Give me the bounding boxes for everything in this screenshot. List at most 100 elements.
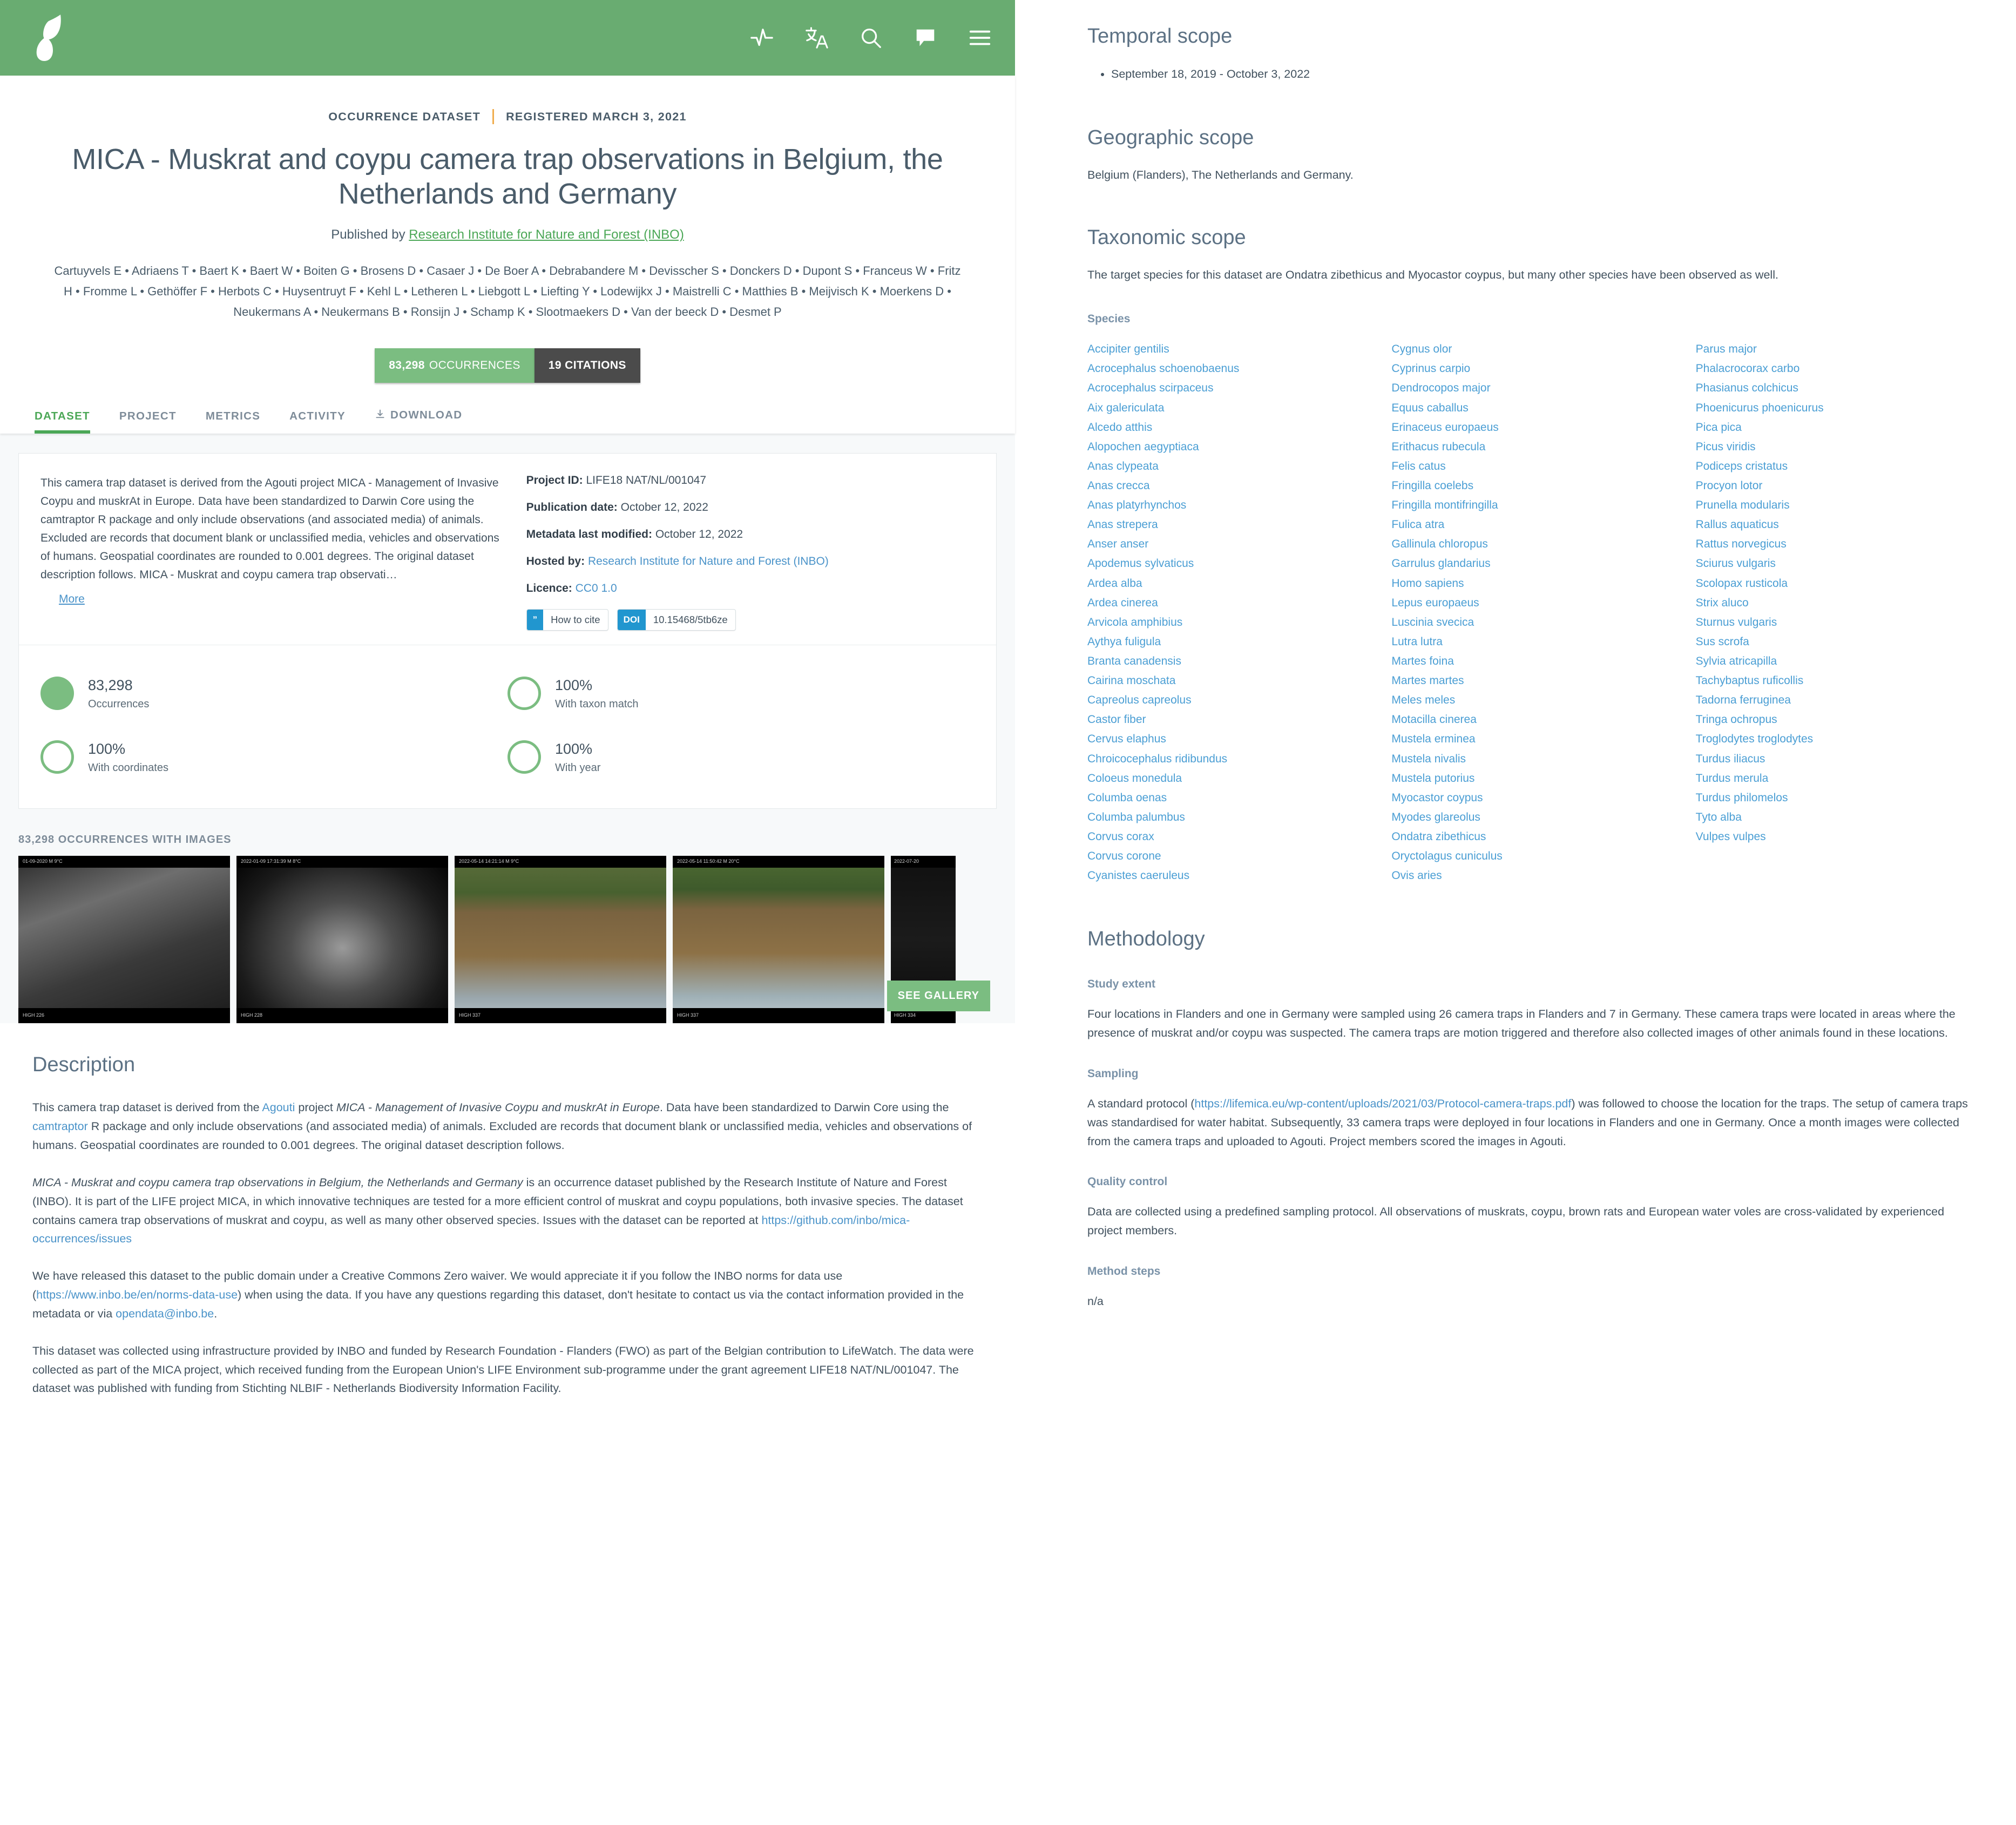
species-link[interactable]: Branta canadensis xyxy=(1087,652,1364,671)
species-link[interactable]: Dendrocopos major xyxy=(1391,378,1668,398)
more-link[interactable]: More xyxy=(59,593,85,606)
species-link[interactable]: Phoenicurus phoenicurus xyxy=(1696,398,1973,418)
doi-button[interactable]: DOI 10.15468/5tb6ze xyxy=(617,609,736,631)
species-link[interactable]: Oryctolagus cuniculus xyxy=(1391,847,1668,866)
agouti-link[interactable]: Agouti xyxy=(262,1101,295,1114)
species-link[interactable]: Alcedo atthis xyxy=(1087,418,1364,437)
species-link[interactable]: Acrocephalus scirpaceus xyxy=(1087,378,1364,398)
species-link[interactable]: Anser anser xyxy=(1087,535,1364,554)
species-link[interactable]: Gallinula chloropus xyxy=(1391,535,1668,554)
species-link[interactable]: Equus caballus xyxy=(1391,398,1668,418)
species-link[interactable]: Apodemus sylvaticus xyxy=(1087,554,1364,573)
species-link[interactable]: Lepus europaeus xyxy=(1391,593,1668,613)
species-link[interactable]: Felis catus xyxy=(1391,457,1668,476)
protocol-pdf-link[interactable]: https://lifemica.eu/wp-content/uploads/2… xyxy=(1194,1097,1571,1110)
species-link[interactable]: Aythya fuligula xyxy=(1087,632,1364,652)
species-link[interactable]: Lutra lutra xyxy=(1391,632,1668,652)
species-link[interactable]: Alopochen aegyptiaca xyxy=(1087,437,1364,457)
species-link[interactable]: Accipiter gentilis xyxy=(1087,340,1364,359)
species-link[interactable]: Luscinia svecica xyxy=(1391,613,1668,632)
species-link[interactable]: Rallus aquaticus xyxy=(1696,515,1973,535)
species-link[interactable]: Tachybaptus ruficollis xyxy=(1696,671,1973,691)
species-link[interactable]: Arvicola amphibius xyxy=(1087,613,1364,632)
species-link[interactable]: Tyto alba xyxy=(1696,808,1973,827)
species-link[interactable]: Fringilla coelebs xyxy=(1391,476,1668,496)
species-link[interactable]: Tringa ochropus xyxy=(1696,710,1973,729)
species-link[interactable]: Sylvia atricapilla xyxy=(1696,652,1973,671)
tab-project[interactable]: PROJECT xyxy=(119,410,177,434)
species-link[interactable]: Cairina moschata xyxy=(1087,671,1364,691)
species-link[interactable]: Turdus merula xyxy=(1696,769,1973,788)
camera-trap-thumb-3[interactable]: 2022-05-14 14:21:14 M 9°C HIGH 337 xyxy=(455,856,666,1024)
species-link[interactable]: Mustela nivalis xyxy=(1391,749,1668,769)
species-link[interactable]: Anas crecca xyxy=(1087,476,1364,496)
species-link[interactable]: Prunella modularis xyxy=(1696,496,1973,515)
species-link[interactable]: Anas strepera xyxy=(1087,515,1364,535)
species-link[interactable]: Chroicocephalus ridibundus xyxy=(1087,749,1364,769)
species-link[interactable]: Cervus elaphus xyxy=(1087,729,1364,749)
species-link[interactable]: Fulica atra xyxy=(1391,515,1668,535)
activity-pulse-icon[interactable] xyxy=(749,25,774,50)
species-link[interactable]: Corvus corone xyxy=(1087,847,1364,866)
species-link[interactable]: Martes foina xyxy=(1391,652,1668,671)
species-link[interactable]: Picus viridis xyxy=(1696,437,1973,457)
species-link[interactable]: Garrulus glandarius xyxy=(1391,554,1668,573)
species-link[interactable]: Cygnus olor xyxy=(1391,340,1668,359)
species-link[interactable]: Corvus corax xyxy=(1087,827,1364,847)
species-link[interactable]: Rattus norvegicus xyxy=(1696,535,1973,554)
species-link[interactable]: Cyprinus carpio xyxy=(1391,359,1668,378)
publisher-link[interactable]: Research Institute for Nature and Forest… xyxy=(409,227,684,242)
species-link[interactable]: Podiceps cristatus xyxy=(1696,457,1973,476)
species-link[interactable]: Myodes glareolus xyxy=(1391,808,1668,827)
see-gallery-button[interactable]: SEE GALLERY xyxy=(887,981,990,1012)
species-link[interactable]: Procyon lotor xyxy=(1696,476,1973,496)
hamburger-menu-icon[interactable] xyxy=(968,25,992,50)
species-link[interactable]: Mustela erminea xyxy=(1391,729,1668,749)
species-link[interactable]: Scolopax rusticola xyxy=(1696,574,1973,593)
species-link[interactable]: Meles meles xyxy=(1391,691,1668,710)
hosted-by-link[interactable]: Research Institute for Nature and Forest… xyxy=(588,555,829,567)
species-link[interactable]: Parus major xyxy=(1696,340,1973,359)
species-link[interactable]: Ondatra zibethicus xyxy=(1391,827,1668,847)
species-link[interactable]: Capreolus capreolus xyxy=(1087,691,1364,710)
species-link[interactable]: Homo sapiens xyxy=(1391,574,1668,593)
species-link[interactable]: Ovis aries xyxy=(1391,866,1668,886)
species-link[interactable]: Phalacrocorax carbo xyxy=(1696,359,1973,378)
species-link[interactable]: Martes martes xyxy=(1391,671,1668,691)
inbo-norms-link[interactable]: https://www.inbo.be/en/norms-data-use xyxy=(36,1288,238,1301)
tab-metrics[interactable]: METRICS xyxy=(206,410,260,434)
species-link[interactable]: Ardea alba xyxy=(1087,574,1364,593)
species-link[interactable]: Turdus iliacus xyxy=(1696,749,1973,769)
species-link[interactable]: Ardea cinerea xyxy=(1087,593,1364,613)
feedback-chat-icon[interactable] xyxy=(913,25,938,50)
species-link[interactable]: Aix galericulata xyxy=(1087,398,1364,418)
opendata-email-link[interactable]: opendata@inbo.be xyxy=(116,1307,214,1320)
how-to-cite-button[interactable]: ” How to cite xyxy=(526,609,608,631)
species-link[interactable]: Phasianus colchicus xyxy=(1696,378,1973,398)
species-link[interactable]: Myocastor coypus xyxy=(1391,788,1668,808)
species-link[interactable]: Columba palumbus xyxy=(1087,808,1364,827)
species-link[interactable]: Sus scrofa xyxy=(1696,632,1973,652)
species-link[interactable]: Motacilla cinerea xyxy=(1391,710,1668,729)
species-link[interactable]: Tadorna ferruginea xyxy=(1696,691,1973,710)
licence-link[interactable]: CC0 1.0 xyxy=(576,582,617,594)
tab-dataset[interactable]: DATASET xyxy=(35,410,90,434)
species-link[interactable]: Sciurus vulgaris xyxy=(1696,554,1973,573)
species-link[interactable]: Sturnus vulgaris xyxy=(1696,613,1973,632)
tab-activity[interactable]: ACTIVITY xyxy=(289,410,346,434)
species-link[interactable]: Acrocephalus schoenobaenus xyxy=(1087,359,1364,378)
gbif-logo[interactable] xyxy=(32,15,66,61)
species-link[interactable]: Vulpes vulpes xyxy=(1696,827,1973,847)
citations-badge[interactable]: 19 CITATIONS xyxy=(534,348,640,383)
species-link[interactable]: Erithacus rubecula xyxy=(1391,437,1668,457)
occurrences-badge[interactable]: 83,298 OCCURRENCES xyxy=(375,348,535,383)
species-link[interactable]: Mustela putorius xyxy=(1391,769,1668,788)
species-link[interactable]: Cyanistes caeruleus xyxy=(1087,866,1364,886)
species-link[interactable]: Castor fiber xyxy=(1087,710,1364,729)
camera-trap-thumb-1[interactable]: 01-09-2020 M 9°C HIGH 226 xyxy=(18,856,230,1024)
camera-trap-thumb-2[interactable]: 2022-01-09 17:31:39 M 8°C HIGH 228 xyxy=(236,856,448,1024)
search-icon[interactable] xyxy=(858,25,883,50)
species-link[interactable]: Coloeus monedula xyxy=(1087,769,1364,788)
tab-download[interactable]: DOWNLOAD xyxy=(375,409,462,434)
species-link[interactable]: Anas clypeata xyxy=(1087,457,1364,476)
